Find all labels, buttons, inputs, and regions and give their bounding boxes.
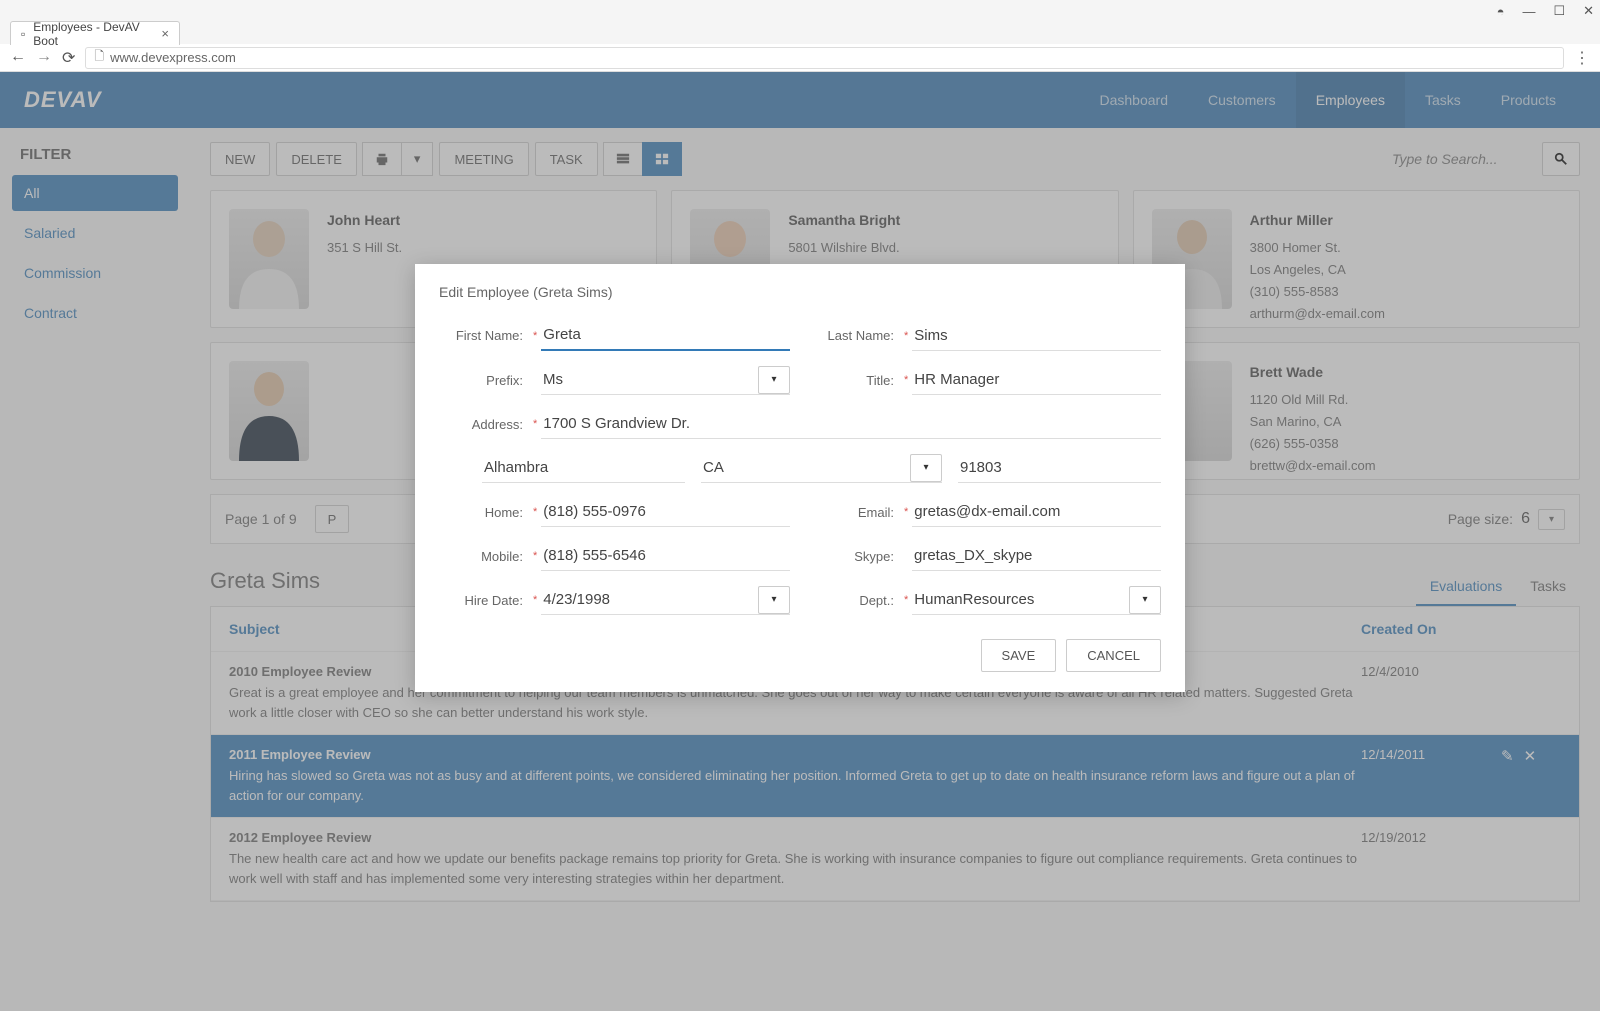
address-bar: ← → ⟳ 🗋 www.devexpress.com ⋮	[0, 44, 1600, 72]
label-email: Email:	[810, 505, 900, 520]
label-hire-date: Hire Date:	[439, 593, 529, 608]
url-input[interactable]: 🗋 www.devexpress.com	[85, 47, 1564, 69]
hire-date-dropdown[interactable]: ▾	[758, 586, 790, 614]
window-close[interactable]: ✕	[1583, 3, 1594, 19]
label-last-name: Last Name:	[810, 328, 900, 343]
cancel-button[interactable]: CANCEL	[1066, 639, 1161, 672]
city-input[interactable]	[482, 453, 685, 483]
home-phone-input[interactable]	[541, 497, 790, 527]
tab-title: Employees - DevAV Boot	[33, 20, 153, 48]
tab-favicon: ▫	[21, 27, 25, 41]
first-name-input[interactable]	[541, 320, 790, 351]
nav-reload-icon[interactable]: ⟳	[62, 48, 75, 68]
label-first-name: First Name:	[439, 328, 529, 343]
zip-input[interactable]	[958, 453, 1161, 483]
address-input[interactable]	[541, 409, 1161, 439]
last-name-input[interactable]	[912, 321, 1161, 351]
title-input[interactable]	[912, 365, 1161, 395]
label-dept: Dept.:	[810, 593, 900, 608]
browser-menu-icon[interactable]: ⋮	[1574, 48, 1590, 68]
browser-chrome: ◓ — ☐ ✕ ▫ Employees - DevAV Boot × ← → ⟳…	[0, 0, 1600, 72]
nav-back-icon[interactable]: ←	[10, 48, 26, 68]
tab-close-icon[interactable]: ×	[161, 26, 169, 41]
label-address: Address:	[439, 417, 529, 432]
edit-employee-modal: Edit Employee (Greta Sims) First Name:* …	[415, 264, 1185, 692]
hire-date-input[interactable]	[541, 585, 752, 614]
email-input[interactable]	[912, 497, 1161, 527]
window-minimize[interactable]: —	[1522, 4, 1535, 19]
user-icon[interactable]: ◓	[1497, 4, 1505, 19]
prefix-input[interactable]	[541, 365, 752, 394]
label-home: Home:	[439, 505, 529, 520]
state-input[interactable]	[701, 453, 904, 482]
label-title: Title:	[810, 373, 900, 388]
dept-input[interactable]	[912, 585, 1123, 614]
window-maximize[interactable]: ☐	[1553, 3, 1565, 19]
state-dropdown[interactable]: ▾	[910, 454, 942, 482]
modal-overlay[interactable]: Edit Employee (Greta Sims) First Name:* …	[0, 72, 1600, 1011]
label-skype: Skype:	[810, 549, 900, 564]
dept-dropdown[interactable]: ▾	[1129, 586, 1161, 614]
label-prefix: Prefix:	[439, 373, 529, 388]
nav-forward-icon: →	[36, 48, 52, 68]
modal-title: Edit Employee (Greta Sims)	[439, 284, 1161, 300]
url-text: www.devexpress.com	[110, 50, 236, 65]
skype-input[interactable]	[912, 541, 1161, 571]
browser-tab[interactable]: ▫ Employees - DevAV Boot ×	[10, 21, 180, 45]
save-button[interactable]: SAVE	[981, 639, 1057, 672]
label-mobile: Mobile:	[439, 549, 529, 564]
prefix-dropdown[interactable]: ▾	[758, 366, 790, 394]
mobile-phone-input[interactable]	[541, 541, 790, 571]
page-icon: 🗋	[94, 47, 104, 68]
